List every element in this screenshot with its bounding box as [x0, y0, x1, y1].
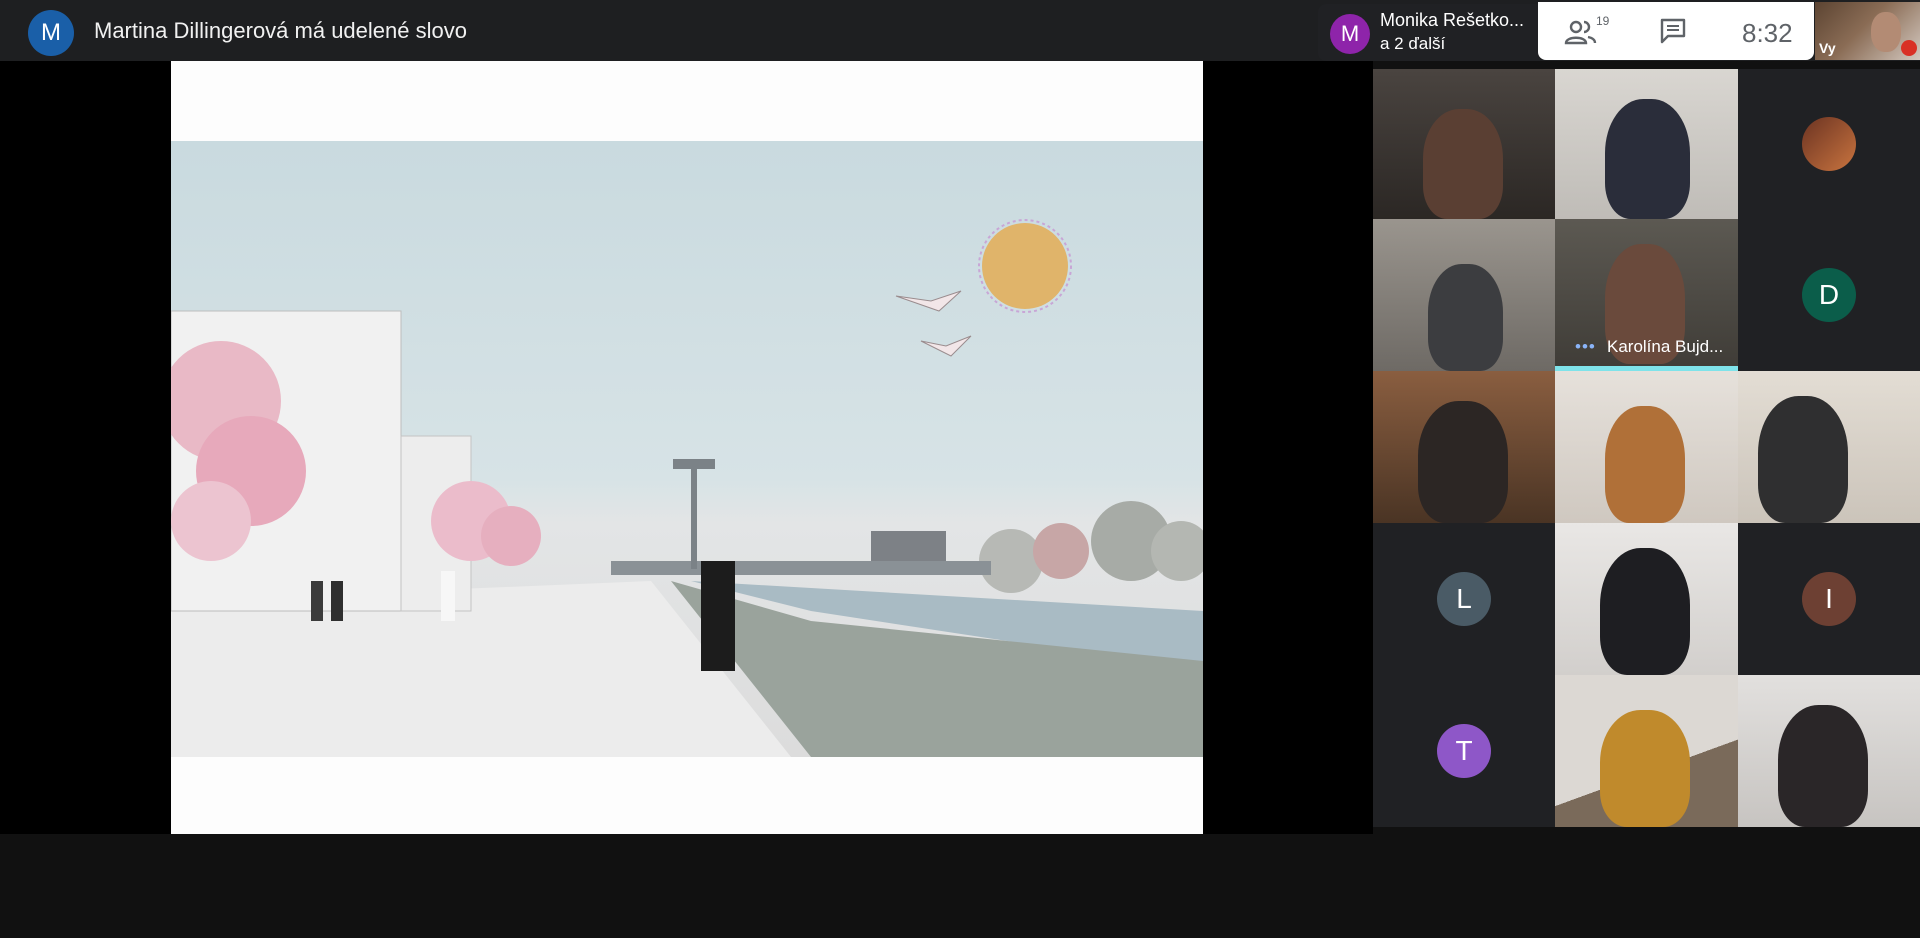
architectural-rendering [171, 141, 1203, 757]
participant-tile[interactable] [1555, 675, 1738, 827]
presenter-title: Martina Dillingerová má udelené slovo [94, 18, 467, 43]
participant-tile[interactable] [1373, 371, 1555, 523]
participant-avatar [1802, 117, 1856, 171]
participant-avatar: I [1802, 572, 1856, 626]
participant-tile[interactable] [1738, 675, 1920, 827]
active-speaker-others: a 2 ďalší [1380, 34, 1446, 53]
participant-tile[interactable]: L [1373, 523, 1555, 675]
bottom-band [0, 834, 1920, 938]
people-icon [1564, 20, 1597, 45]
participant-tile[interactable] [1373, 219, 1555, 371]
participant-tile[interactable] [1555, 371, 1738, 523]
participant-tile[interactable] [1373, 69, 1555, 219]
self-label: Vy [1819, 40, 1836, 56]
participant-avatar: L [1437, 572, 1491, 626]
active-speaker-avatar: M [1330, 14, 1370, 54]
participant-initial: T [1455, 735, 1473, 766]
self-view-tile[interactable]: Vy [1815, 2, 1920, 60]
chat-button[interactable] [1658, 16, 1694, 48]
self-video [1871, 12, 1901, 52]
participant-avatar: T [1437, 724, 1491, 778]
participant-initial: I [1825, 583, 1833, 614]
participant-tile[interactable] [1555, 69, 1738, 219]
top-bar: M Martina Dillingerová má udelené slovo … [0, 0, 1920, 61]
participant-name: Karolína Bujd... [1607, 337, 1724, 356]
participant-tile[interactable]: I [1738, 523, 1920, 675]
participant-tile[interactable]: T [1373, 675, 1555, 827]
people-count: 19 [1596, 14, 1610, 28]
participant-tile[interactable]: ••• Karolína Bujd... [1555, 219, 1738, 371]
meeting-clock: 8:32 [1742, 18, 1793, 48]
mic-off-icon [1901, 40, 1917, 56]
participant-initial: D [1818, 279, 1840, 310]
presentation-stage [0, 61, 1373, 834]
meeting-details-panel: 19 8:32 [1538, 2, 1814, 60]
active-speaker-chip[interactable]: M Monika Rešetko... a 2 ďalší [1318, 4, 1540, 61]
participant-tile[interactable] [1738, 371, 1920, 523]
shared-slide [171, 61, 1203, 834]
participant-initial: L [1456, 583, 1472, 614]
presenter-initial: M [41, 19, 61, 46]
participant-avatar: D [1802, 268, 1856, 322]
presenter-avatar: M [28, 10, 74, 56]
participant-tile[interactable] [1555, 523, 1738, 675]
participant-tile[interactable] [1738, 69, 1920, 219]
chat-icon [1660, 18, 1686, 44]
active-speaker-initial: M [1340, 21, 1360, 46]
rendering-illustration [171, 219, 1203, 757]
participant-tile[interactable]: D [1738, 219, 1920, 371]
speaking-dots-icon: ••• [1575, 337, 1596, 356]
active-speaker-name: Monika Rešetko... [1380, 10, 1525, 30]
